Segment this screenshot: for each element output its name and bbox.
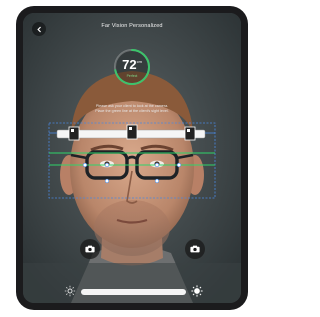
page-title: Far Vision Personalized <box>101 23 163 29</box>
brightness-slider[interactable] <box>81 289 186 295</box>
capture-right-button[interactable] <box>185 239 205 259</box>
handle-left-pupil <box>104 162 110 168</box>
handle-right-frame-bottom <box>154 178 160 184</box>
capture-left-button[interactable] <box>80 239 100 259</box>
app-screen: Far Vision Personalized 72cm Perfect Ple… <box>23 13 241 303</box>
distance-gauge: 72cm Perfect <box>112 47 152 87</box>
distance-status: Perfect <box>126 74 138 78</box>
camera-icon <box>85 245 95 253</box>
sun-icon <box>191 285 203 297</box>
handle-left-frame-bottom <box>104 178 110 184</box>
distance-number: 72 <box>122 57 137 72</box>
handle-right-outer <box>176 162 182 168</box>
instruction-line-2: Place the green line at the client's sig… <box>95 109 169 113</box>
distance-value: 72cm <box>112 57 152 72</box>
instructions: Please ask your client to look at the ca… <box>53 104 211 114</box>
camera-icon <box>190 245 200 253</box>
sun-icon <box>64 285 76 297</box>
handle-left-outer <box>82 162 88 168</box>
top-bar: Far Vision Personalized <box>23 13 241 37</box>
tablet-device: Far Vision Personalized 72cm Perfect Ple… <box>16 6 248 310</box>
distance-unit: cm <box>136 59 142 64</box>
handle-right-pupil <box>154 162 160 168</box>
